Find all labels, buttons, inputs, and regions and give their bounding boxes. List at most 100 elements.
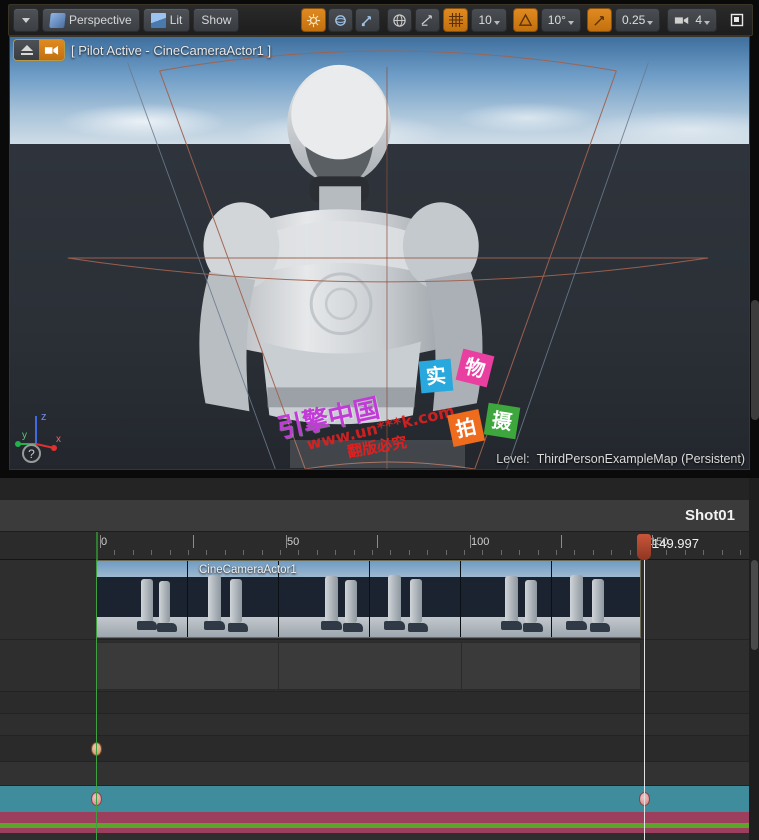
track-row[interactable] — [0, 692, 749, 714]
ruler-tick — [470, 535, 471, 548]
viewport-toolbar: Perspective Lit Show 10 10° 0.25 4 — [8, 4, 753, 36]
track-row[interactable] — [0, 714, 749, 736]
leg-shape — [230, 579, 242, 623]
filmstrip-frame — [370, 561, 461, 637]
help-question-icon[interactable]: ? — [22, 444, 41, 463]
sequencer-scroll-track[interactable] — [749, 478, 759, 840]
sequencer-panel: Shot01 0 50 100 150 149.997 CineCameraAc… — [0, 478, 759, 840]
shoe-shape — [590, 623, 610, 632]
leg-shape — [208, 575, 221, 623]
unreal-editor-window: Perspective Lit Show 10 10° 0.25 4 [Pil… — [0, 0, 759, 840]
ruler-minor-tick — [446, 550, 447, 555]
ruler-minor-tick — [262, 550, 263, 555]
angle-snap-icon[interactable] — [512, 8, 538, 32]
selected-track-strip[interactable] — [0, 786, 749, 812]
track-row[interactable] — [0, 640, 749, 692]
translate-gizmo-icon[interactable] — [328, 8, 354, 32]
shoe-shape — [204, 621, 225, 630]
ruler-minor-tick — [225, 550, 226, 555]
maximize-icon[interactable] — [726, 9, 748, 31]
ruler-minor-tick — [464, 550, 465, 555]
playhead-start-marker — [96, 532, 98, 560]
select-gizmo-icon[interactable] — [301, 8, 327, 32]
playhead-handle[interactable] — [637, 534, 651, 560]
grid-snap-value[interactable]: 10 — [471, 8, 507, 32]
watermark-bar — [290, 440, 465, 468]
ruler-minor-tick — [170, 550, 171, 555]
leg-shape — [505, 576, 518, 623]
viewport-scrollbar[interactable] — [751, 300, 759, 420]
shoe-shape — [566, 621, 587, 630]
shoe-shape — [343, 623, 363, 632]
sequence-title: Shot01 — [684, 507, 735, 524]
rotate-gizmo-icon[interactable] — [355, 8, 381, 32]
leg-shape — [388, 575, 401, 623]
pilot-camera-icon[interactable] — [39, 40, 64, 60]
watermark-tile-4: 摄 — [483, 402, 521, 440]
view-mode-button[interactable]: Lit — [142, 8, 191, 32]
camera-icon — [49, 12, 66, 28]
surface-snap-icon[interactable] — [415, 8, 441, 32]
track-row[interactable] — [0, 762, 749, 786]
ruler-tick — [193, 535, 194, 548]
level-label: Level: — [496, 452, 530, 466]
transform-gizmo-group — [301, 8, 381, 32]
ruler-tick — [286, 535, 287, 548]
scale-snap-icon[interactable] — [586, 8, 612, 32]
pilot-controls[interactable] — [13, 39, 65, 61]
cube-icon — [150, 12, 166, 28]
viewport-options-dropdown[interactable] — [13, 8, 39, 32]
camera-speed-control[interactable]: 4 — [667, 8, 717, 32]
sequencer-scrollbar-thumb[interactable] — [751, 560, 758, 650]
ruler-minor-tick — [722, 550, 723, 555]
shoe-shape — [408, 623, 428, 632]
caret-down-icon — [22, 17, 30, 23]
leg-shape — [525, 580, 537, 623]
shoe-shape — [228, 623, 248, 632]
filmstrip-frame — [552, 561, 640, 637]
scale-snap-value[interactable]: 0.25 — [614, 8, 661, 32]
grid-snap-text: 10 — [478, 13, 492, 27]
ruler-minor-tick — [372, 550, 373, 555]
pilot-indicator: [ Pilot Active - CineCameraActor1 ] — [13, 39, 271, 61]
playhead-line[interactable] — [96, 560, 97, 840]
ruler-minor-tick — [114, 550, 115, 555]
track-row-keyframe[interactable] — [0, 736, 749, 762]
perspective-label: Perspective — [69, 13, 132, 27]
track-row[interactable]: CineCameraActor1 — [0, 560, 749, 640]
watermark-tile-3: 拍 — [447, 409, 485, 447]
caret-down-icon — [567, 21, 574, 25]
camera-speed-text: 4 — [695, 13, 702, 27]
section-divider — [278, 643, 279, 689]
viewport-type-button[interactable]: Perspective — [42, 8, 140, 32]
shoe-shape — [321, 621, 342, 630]
camera-filmstrip[interactable]: CineCameraActor1 — [96, 560, 641, 638]
level-status-label: Level: ThirdPersonExampleMap (Persistent… — [496, 452, 745, 466]
frame-sky — [461, 561, 551, 577]
eject-icon[interactable] — [14, 40, 39, 60]
end-marker-line[interactable] — [644, 560, 645, 840]
ruler-minor-tick — [354, 550, 355, 555]
track-area[interactable]: CineCameraActor1 — [0, 560, 749, 840]
grid-snap-icon[interactable] — [443, 8, 469, 32]
world-coordinate-icon[interactable] — [387, 8, 413, 32]
ruler-minor-tick — [611, 550, 612, 555]
lit-label: Lit — [169, 13, 183, 27]
ruler-minor-tick — [574, 550, 575, 555]
ruler-minor-tick — [630, 550, 631, 555]
angle-snap-text: 10° — [547, 13, 566, 27]
show-flags-button[interactable]: Show — [193, 8, 240, 32]
leg-shape — [345, 580, 357, 623]
sequencer-header: Shot01 — [0, 500, 749, 532]
angle-snap-value[interactable]: 10° — [540, 8, 581, 32]
ruler-minor-tick — [280, 550, 281, 555]
watermark-tile-1: 实 — [418, 358, 454, 394]
ruler-minor-tick — [243, 550, 244, 555]
character-mesh — [199, 64, 483, 425]
viewport-render-area[interactable] — [9, 36, 750, 470]
magenta-strip[interactable] — [0, 812, 749, 823]
section-bar[interactable] — [96, 642, 641, 690]
shoe-shape — [501, 621, 522, 630]
shoe-shape — [137, 621, 157, 630]
leg-shape — [410, 579, 422, 623]
